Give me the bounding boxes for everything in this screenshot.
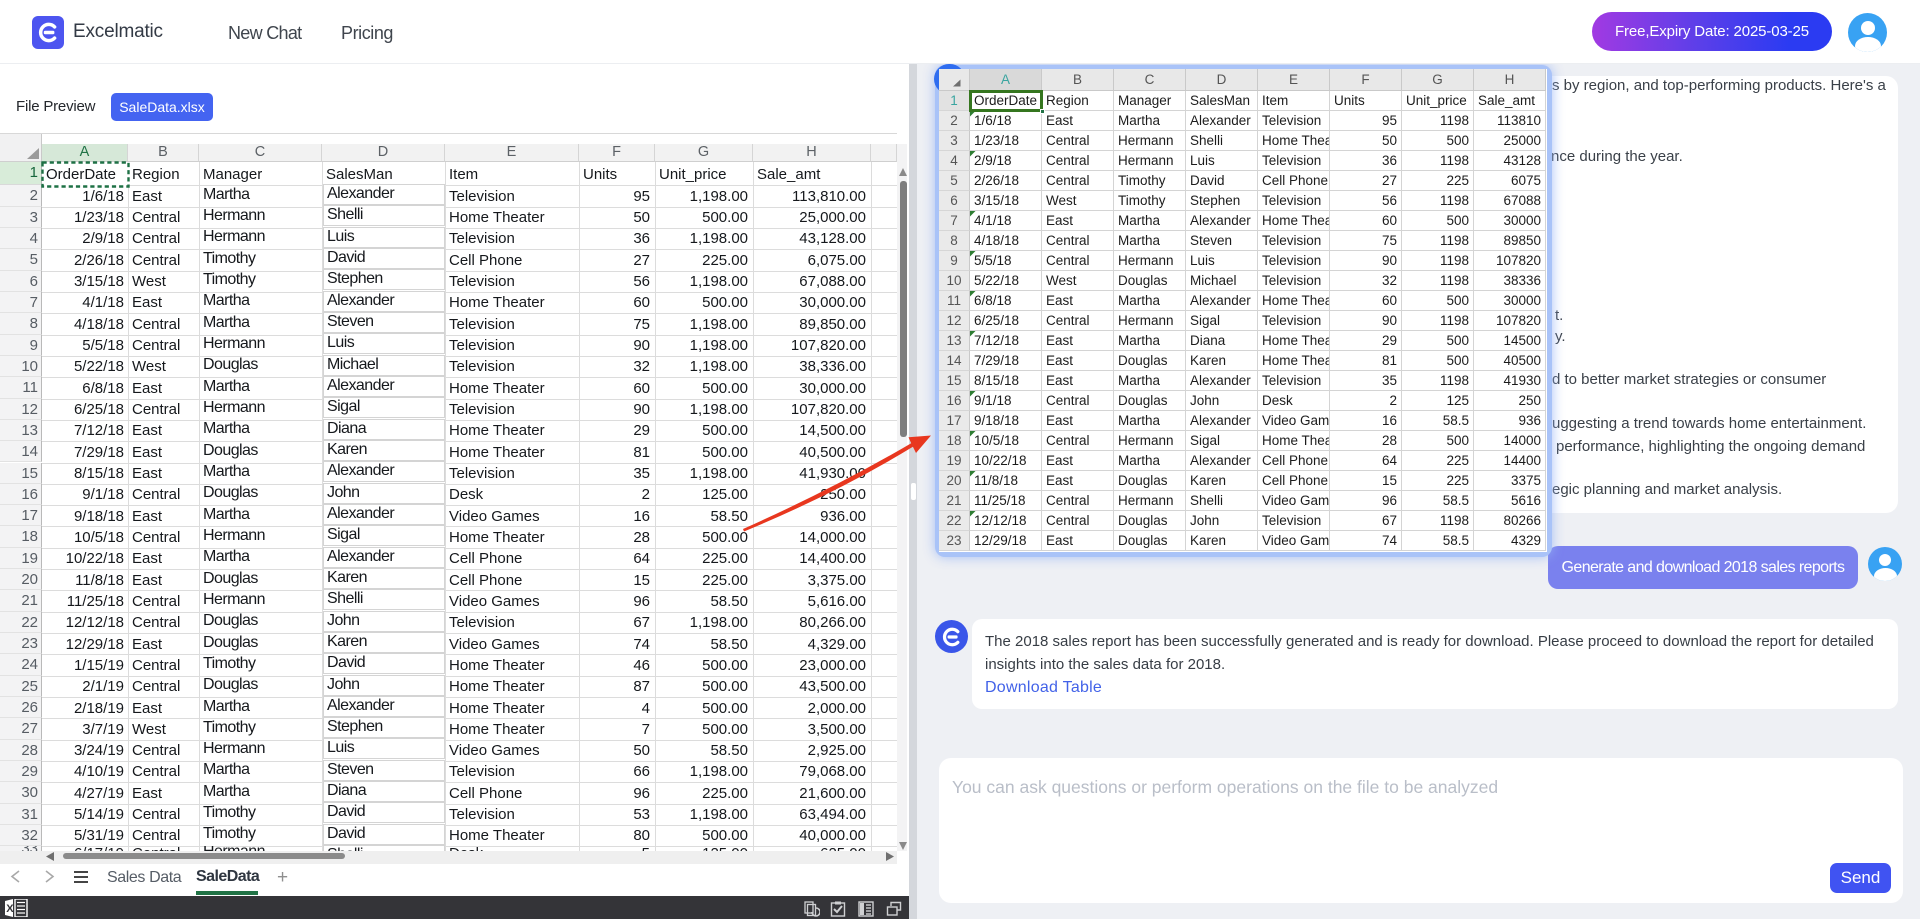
- svg-text:X: X: [6, 903, 14, 915]
